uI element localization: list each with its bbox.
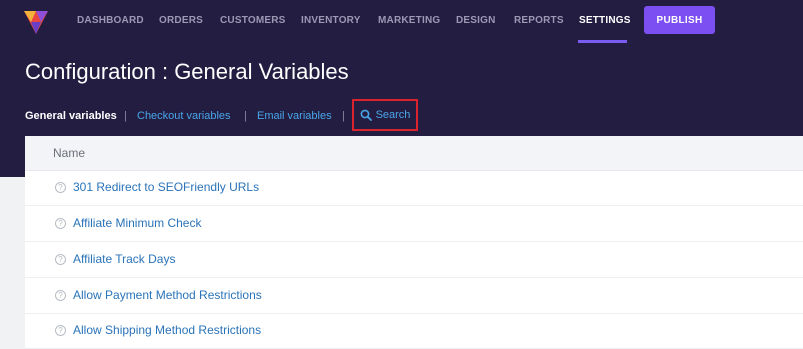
variable-link[interactable]: Allow Payment Method Restrictions <box>73 288 262 302</box>
table-row[interactable]: ? Allow Payment Method Restrictions <box>25 278 803 314</box>
nav-design[interactable]: DESIGN <box>456 15 496 26</box>
help-icon[interactable]: ? <box>55 290 66 301</box>
subnav-separator: | <box>342 110 345 122</box>
variable-link[interactable]: Affiliate Track Days <box>73 252 175 266</box>
variables-table: Name ? 301 Redirect to SEOFriendly URLs … <box>25 136 803 349</box>
nav-inventory[interactable]: INVENTORY <box>301 15 361 26</box>
search-link[interactable]: Search <box>352 99 418 131</box>
nav-reports[interactable]: REPORTS <box>514 15 564 26</box>
subnav-checkout-variables[interactable]: Checkout variables <box>137 110 231 122</box>
publish-button[interactable]: PUBLISH <box>644 6 715 34</box>
subnav-separator: | <box>124 110 127 122</box>
variable-link[interactable]: 301 Redirect to SEOFriendly URLs <box>73 180 259 194</box>
nav-marketing[interactable]: MARKETING <box>378 15 440 26</box>
nav-orders[interactable]: ORDERS <box>159 15 203 26</box>
table-row[interactable]: ? 301 Redirect to SEOFriendly URLs <box>25 170 803 206</box>
active-tab-indicator <box>578 40 627 43</box>
nav-dashboard[interactable]: DASHBOARD <box>77 15 144 26</box>
help-icon[interactable]: ? <box>55 182 66 193</box>
subnav-general-variables[interactable]: General variables <box>25 110 117 122</box>
nav-settings[interactable]: SETTINGS <box>579 15 631 26</box>
page-title: Configuration : General Variables <box>25 59 349 84</box>
help-icon[interactable]: ? <box>55 325 66 336</box>
top-navigation: DASHBOARD ORDERS CUSTOMERS INVENTORY MAR… <box>0 0 803 44</box>
column-header-name[interactable]: Name <box>53 146 85 160</box>
variable-link[interactable]: Affiliate Minimum Check <box>73 216 201 230</box>
subnav-email-variables[interactable]: Email variables <box>257 110 332 122</box>
search-icon <box>360 109 372 121</box>
table-header: Name <box>25 136 803 171</box>
table-row[interactable]: ? Affiliate Minimum Check <box>25 206 803 242</box>
logo-icon[interactable] <box>23 8 49 35</box>
help-icon[interactable]: ? <box>55 218 66 229</box>
table-row[interactable]: ? Affiliate Track Days <box>25 242 803 278</box>
variable-link[interactable]: Allow Shipping Method Restrictions <box>73 323 261 337</box>
nav-customers[interactable]: CUSTOMERS <box>220 15 286 26</box>
table-row[interactable]: ? Allow Shipping Method Restrictions <box>25 313 803 349</box>
help-icon[interactable]: ? <box>55 254 66 265</box>
subnav-separator: | <box>244 110 247 122</box>
search-label: Search <box>375 109 411 121</box>
